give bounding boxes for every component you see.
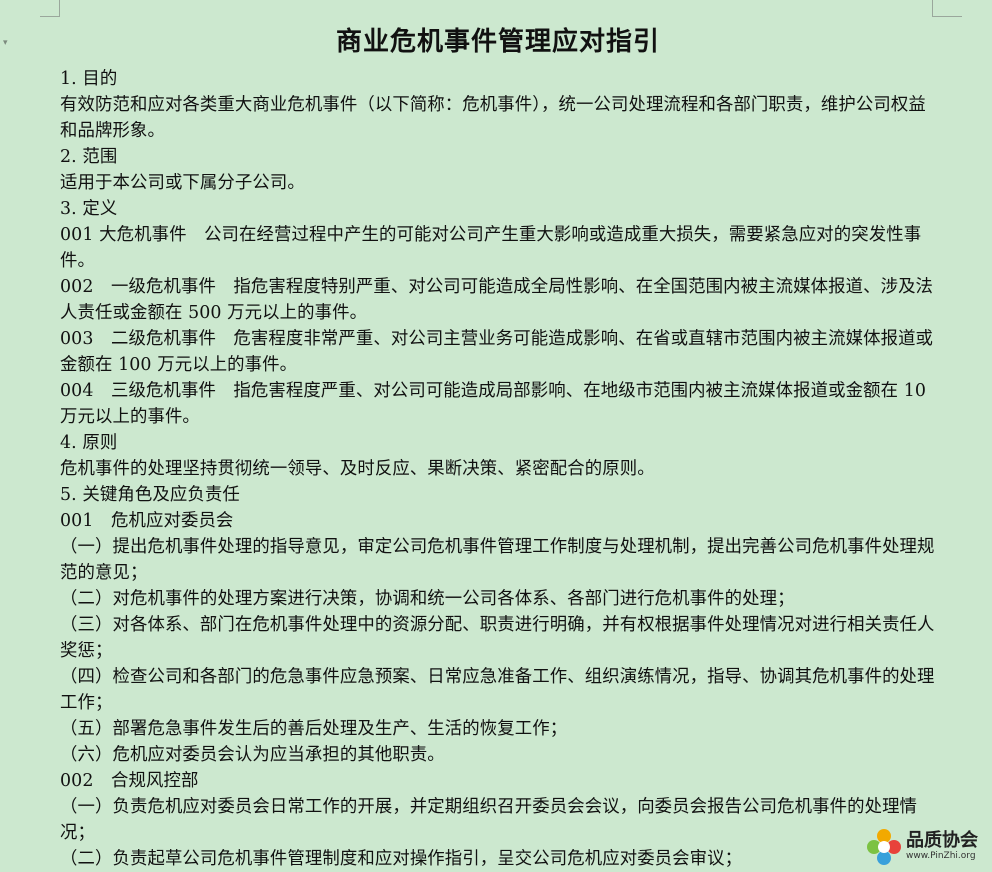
watermark-logo: 品质协会 www.PinZhi.org xyxy=(864,826,992,867)
paragraph: 3. 定义 xyxy=(60,199,118,219)
paragraph: 003 二级危机事件 危害程度非常严重、对公司主营业务可能造成影响、在省或直辖市… xyxy=(60,329,934,375)
paragraph: （六）危机应对委员会认为应当承担的其他职责。 xyxy=(60,745,445,765)
paragraph: 有效防范和应对各类重大商业危机事件（以下简称：危机事件），统一公司处理流程和各部… xyxy=(60,95,926,141)
ruler-marker-icon: ▾ xyxy=(3,38,8,48)
paragraph: 5. 关键角色及应负责任 xyxy=(60,485,240,505)
watermark-text: 品质协会 www.PinZhi.org xyxy=(906,832,978,861)
paragraph: （五）部署危急事件发生后的善后处理及生产、生活的恢复工作； xyxy=(60,719,568,739)
paragraph: 1. 目的 xyxy=(60,69,118,89)
paragraph: 2. 范围 xyxy=(60,147,118,167)
paragraph: （四）检查公司和各部门的危急事件应急预案、日常应急准备工作、组织演练情况，指导、… xyxy=(60,667,935,713)
paragraph: 危机事件的处理坚持贯彻统一领导、及时反应、果断决策、紧密配合的原则。 xyxy=(60,459,655,479)
crop-mark-top-left-vertical xyxy=(59,0,60,16)
paragraph: （三）对各体系、部门在危机事件处理中的资源分配、职责进行明确，并有权根据事件处理… xyxy=(60,615,935,661)
crop-mark-top-right-horizontal xyxy=(932,16,962,17)
paragraph: （二）对危机事件的处理方案进行决策，协调和统一公司各体系、各部门进行危机事件的处… xyxy=(60,589,795,609)
paragraph: 002 合规风控部 xyxy=(60,771,199,791)
document-page[interactable]: 商业危机事件管理应对指引 1. 目的有效防范和应对各类重大商业危机事件（以下简称… xyxy=(60,18,936,872)
paragraph: 4. 原则 xyxy=(60,433,118,453)
document-body[interactable]: 1. 目的有效防范和应对各类重大商业危机事件（以下简称：危机事件），统一公司处理… xyxy=(60,66,936,872)
paragraph: （二）负责起草公司危机事件管理制度和应对操作指引，呈交公司危机应对委员会审议； xyxy=(60,849,743,869)
paragraph: （一）负责危机应对委员会日常工作的开展，并定期组织召开委员会会议，向委员会报告公… xyxy=(60,797,918,843)
document-title: 商业危机事件管理应对指引 xyxy=(335,27,660,57)
paragraph: 001 大危机事件 公司在经营过程中产生的可能对公司产生重大影响或造成重大损失，… xyxy=(60,225,922,271)
crop-mark-top-right-vertical xyxy=(932,0,933,16)
paragraph: 适用于本公司或下属分子公司。 xyxy=(60,173,305,193)
paragraph: 004 三级危机事件 指危害程度严重、对公司可能造成局部影响、在地级市范围内被主… xyxy=(60,381,927,427)
paragraph: 002 一级危机事件 指危害程度特别严重、对公司可能造成全局性影响、在全国范围内… xyxy=(60,277,934,323)
watermark-url: www.PinZhi.org xyxy=(906,851,976,861)
watermark-brand: 品质协会 xyxy=(906,830,978,851)
paragraph: （一）提出危机事件处理的指导意见，审定公司危机事件管理工作制度与处理机制，提出完… xyxy=(60,537,935,583)
paragraph: 001 危机应对委员会 xyxy=(60,511,234,531)
pinzhi-logo-icon xyxy=(864,827,904,867)
crop-mark-top-left-horizontal xyxy=(40,16,60,17)
